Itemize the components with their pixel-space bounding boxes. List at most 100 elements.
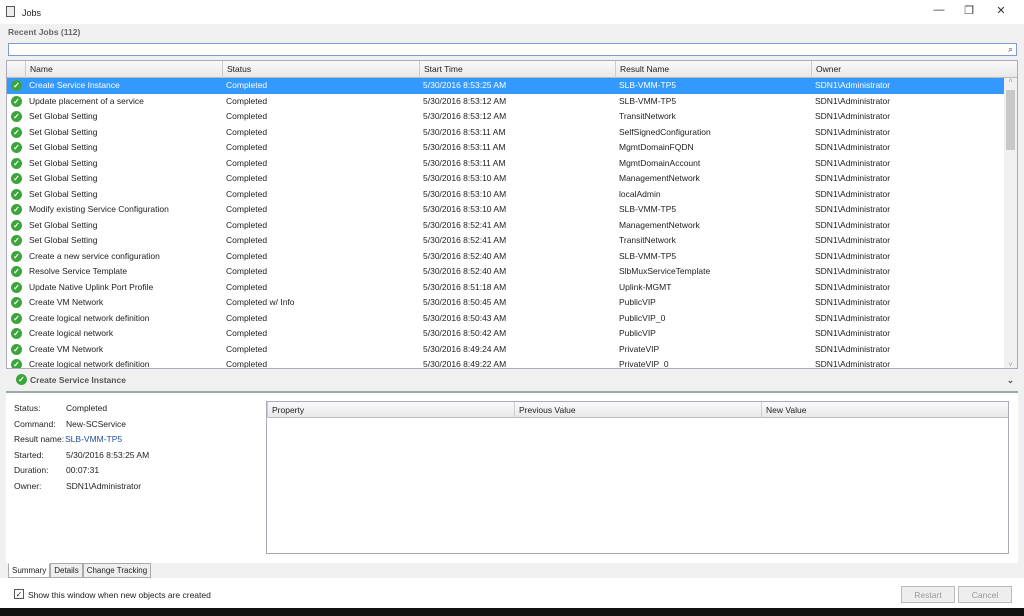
result-name-link[interactable]: SLB-VMM-TP5 [65, 434, 122, 444]
table-row[interactable]: ✓ Set Global Setting Completed 5/30/2016 8:… [7, 156, 1005, 172]
cell-result-name: SLB-VMM-TP5 [619, 204, 677, 214]
cell-result-name: localAdmin [619, 188, 661, 199]
details-header[interactable]: ✓ Create Service Instance ⌄ [8, 372, 1018, 388]
table-row[interactable]: ✓ Update placement of a service Completed 5… [7, 94, 1005, 110]
scroll-down-icon[interactable]: ˅ [1004, 362, 1017, 368]
cell-name: Create VM Network [29, 343, 104, 354]
details-title: Create Service Instance [30, 375, 126, 385]
table-row[interactable]: ✓ Create logical network Completed 5/30/201… [7, 326, 1005, 342]
completed-icon: ✓ [11, 219, 22, 231]
table-row[interactable]: ✓ Create a new service configuration Compl… [7, 249, 1005, 265]
cell-name: Set Global Setting [29, 188, 98, 199]
property-column-new-value[interactable]: New Value [761, 402, 806, 418]
table-row[interactable]: ✓ Set Global Setting Completed 5/30/2016 8:… [7, 125, 1005, 141]
cell-status: Completed [226, 126, 268, 137]
restart-button[interactable]: Restart [901, 586, 955, 603]
close-button[interactable]: ✕ [986, 4, 1016, 20]
cell-status: Completed w/ Info [226, 297, 295, 307]
cell-status: Completed [226, 250, 268, 261]
cell-result-name: ManagementNetwork [619, 219, 700, 230]
column-header-name[interactable]: Name [25, 61, 222, 78]
jobs-table: Name Status Start Time Result Name Owner ✓ Cr… [6, 60, 1018, 369]
property-column-previous-value[interactable]: Previous Value [514, 402, 576, 418]
column-header-start-time[interactable]: Start Time [419, 61, 615, 78]
field-value: SDN1\Administrator [66, 480, 142, 491]
completed-icon: ✓ [11, 95, 22, 107]
cancel-button[interactable]: Cancel [958, 586, 1012, 603]
cell-name: Create Service Instance [29, 80, 120, 90]
cell-owner: SDN1\Administrator [815, 142, 891, 152]
completed-icon: ✓ [11, 328, 22, 339]
table-row[interactable]: ✓ Set Global Setting Completed 5/30/2016 8:… [7, 218, 1005, 234]
column-header-owner[interactable]: Owner [811, 61, 1006, 78]
cell-status: Completed [226, 95, 268, 106]
field-value: New-SCService [66, 418, 126, 429]
cell-owner: SDN1\Administrator [815, 219, 891, 230]
cell-result-name: Uplink-MGMT [619, 281, 672, 292]
completed-icon: ✓ [11, 126, 22, 138]
completed-icon: ✓ [11, 281, 22, 293]
column-header-result-name[interactable]: Result Name [615, 61, 811, 78]
table-row[interactable]: ✓ Create VM Network Completed 5/30/2016 8:4… [7, 342, 1005, 358]
completed-icon: ✓ [11, 266, 22, 277]
cell-owner: SDN1\Administrator [815, 126, 891, 137]
table-row[interactable]: ✓ Set Global Setting Completed 5/30/2016 8:… [7, 140, 1005, 156]
table-row[interactable]: ✓ Create Service Instance Completed 5/30/20… [7, 78, 1005, 94]
table-row[interactable]: ✓ Modify existing Service Configuration Co… [7, 202, 1005, 218]
cell-name: Set Global Setting [29, 235, 98, 245]
window-title: Jobs [22, 8, 42, 18]
table-row[interactable]: ✓ Create VM Network Completed w/ Info 5/30/… [7, 295, 1005, 311]
show-window-label: Show this window when new objects are cr… [28, 590, 211, 600]
cell-owner: SDN1\Administrator [815, 111, 891, 121]
table-row[interactable]: ✓ Update Native Uplink Port Profile Comple… [7, 280, 1005, 296]
column-header-status[interactable]: Status [222, 61, 419, 78]
minimize-button[interactable]: — [924, 4, 954, 20]
property-column-property[interactable]: Property [267, 402, 304, 418]
cell-owner: SDN1\Administrator [815, 173, 891, 183]
table-row[interactable]: ✓ Create logical network definition Comple… [7, 357, 1005, 368]
search-input[interactable]: ⌕ [8, 43, 1017, 56]
cell-start-time: 5/30/2016 8:53:11 AM [423, 142, 506, 152]
collapse-chevron-icon[interactable]: ⌄ [1007, 372, 1014, 388]
cell-name: Resolve Service Template [29, 266, 128, 276]
cell-result-name: SLB-VMM-TP5 [619, 250, 677, 261]
cell-owner: SDN1\Administrator [815, 80, 891, 90]
table-row[interactable]: ✓ Resolve Service Template Completed 5/30/2… [7, 264, 1005, 280]
completed-icon: ✓ [11, 250, 22, 262]
table-row[interactable]: ✓ Set Global Setting Completed 5/30/2016 8:… [7, 109, 1005, 125]
cell-status: Completed [226, 266, 268, 276]
cell-start-time: 5/30/2016 8:52:41 AM [423, 219, 507, 230]
cell-start-time: 5/30/2016 8:50:45 AM [423, 297, 507, 307]
cell-result-name: TransitNetwork [619, 111, 676, 121]
field-value: Completed [66, 403, 108, 413]
completed-icon: ✓ [11, 343, 22, 355]
jobs-icon [6, 6, 15, 17]
tab-details[interactable]: Details [50, 563, 83, 578]
scroll-up-icon[interactable]: ˄ [1004, 78, 1017, 85]
completed-icon: ✓ [11, 312, 22, 324]
table-row[interactable]: ✓ Set Global Setting Completed 5/30/2016 8:… [7, 171, 1005, 187]
tab-summary[interactable]: Summary [8, 563, 51, 578]
cell-status: Completed [226, 343, 268, 354]
cell-start-time: 5/30/2016 8:53:25 AM [423, 80, 507, 90]
scroll-thumb[interactable] [1006, 90, 1015, 150]
show-window-checkbox[interactable]: ✓ [14, 589, 24, 599]
cell-status: Completed [226, 204, 268, 214]
property-table: Property Previous Value New Value [266, 401, 1009, 554]
tab-change-tracking[interactable]: Change Tracking [82, 563, 152, 578]
cell-status: Completed [226, 281, 268, 292]
cell-name: Update placement of a service [29, 95, 144, 106]
vertical-scrollbar[interactable]: ˄ ˅ [1004, 78, 1017, 368]
cell-name: Modify existing Service Configuration [29, 204, 169, 214]
table-row[interactable]: ✓ Create logical network definition Comple… [7, 311, 1005, 327]
completed-icon: ✓ [11, 142, 22, 153]
restore-button[interactable]: ❐ [954, 4, 984, 20]
cell-owner: SDN1\Administrator [815, 235, 891, 245]
cell-owner: SDN1\Administrator [815, 157, 891, 168]
table-row[interactable]: ✓ Set Global Setting Completed 5/30/2016 8:… [7, 233, 1005, 249]
completed-icon: ✓ [11, 157, 22, 169]
search-icon[interactable]: ⌕ [1008, 44, 1013, 55]
title-bar: Jobs — ❐ ✕ [0, 0, 1024, 24]
table-row[interactable]: ✓ Set Global Setting Completed 5/30/2016 8:… [7, 187, 1005, 203]
cell-name: Set Global Setting [29, 142, 98, 152]
